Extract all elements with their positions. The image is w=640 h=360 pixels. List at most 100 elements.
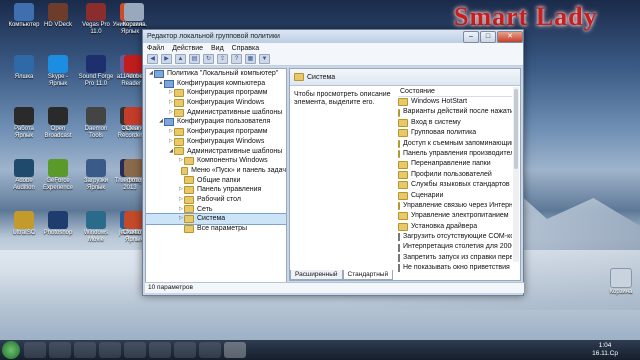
settings-list-item[interactable]: Управление электропитанием bbox=[398, 211, 512, 221]
desktop-icon[interactable]: Компьютер bbox=[6, 3, 42, 29]
forward-icon[interactable]: ▶ bbox=[161, 54, 172, 64]
settings-list-item[interactable]: Групповая политика bbox=[398, 128, 512, 138]
folder-icon bbox=[181, 166, 189, 175]
desktop-icon[interactable]: Загрузки Ярлык bbox=[78, 159, 114, 192]
status-bar: 10 параметров bbox=[145, 282, 524, 293]
desktop-icon[interactable]: Daemon Tools bbox=[78, 107, 114, 140]
taskbar-obs-button[interactable] bbox=[174, 342, 196, 358]
taskbar-firefox-button[interactable] bbox=[124, 342, 146, 358]
export-icon[interactable]: ⇪ bbox=[217, 54, 228, 64]
column-header-state[interactable]: Состояние bbox=[398, 87, 512, 97]
settings-list-item[interactable]: Профили пользователей bbox=[398, 170, 512, 180]
tree-item-label: Конфигурация Windows bbox=[187, 137, 265, 145]
settings-list-item[interactable]: Доступ к съемным запоминающим уст bbox=[398, 139, 512, 149]
tray-clock[interactable]: 1:04 16.11.Ср bbox=[592, 342, 618, 358]
maximize-button[interactable]: □ bbox=[480, 30, 496, 43]
tree-item-label: Конфигурация пользователя bbox=[177, 118, 271, 126]
settings-list-item-label: Доступ к съемным запоминающим уст bbox=[403, 139, 512, 147]
tree-item[interactable]: ▷ Панель управления bbox=[146, 185, 286, 195]
settings-list-item[interactable]: Службы языковых стандартов bbox=[398, 180, 512, 190]
tree-item[interactable]: ▷ Конфигурация программ bbox=[146, 127, 286, 137]
app-icon bbox=[124, 55, 144, 73]
desktop-icon[interactable]: UltraISO bbox=[6, 211, 42, 237]
tree-item[interactable]: ◢ Административные шаблоны bbox=[146, 147, 286, 157]
desktop-icon[interactable]: Sound Forge Pro 11.0 bbox=[78, 55, 114, 88]
up-folder-icon[interactable]: ▲ bbox=[175, 54, 186, 64]
start-button[interactable] bbox=[2, 341, 20, 359]
tree-item[interactable]: ▷ Сеть bbox=[146, 205, 286, 215]
desktop-icon[interactable]: Ялшка bbox=[6, 55, 42, 81]
settings-list-item[interactable]: Вход в систему bbox=[398, 118, 512, 128]
desktop-icon[interactable]: Skype - Ярлык bbox=[40, 55, 76, 88]
tree-item[interactable]: ▷ Рабочий стол bbox=[146, 195, 286, 205]
show-tree-icon[interactable]: ▤ bbox=[189, 54, 200, 64]
settings-list-item[interactable]: Запретить запуск из справки перечисл bbox=[398, 253, 512, 263]
help-icon[interactable]: ? bbox=[231, 54, 242, 64]
desktop-icon[interactable]: Open Broadcast bbox=[40, 107, 76, 140]
taskbar-media-button[interactable] bbox=[74, 342, 96, 358]
taskbar-app-button[interactable] bbox=[99, 342, 121, 358]
back-icon[interactable]: ◀ bbox=[147, 54, 158, 64]
settings-list-item[interactable]: Управление связью через Интернет bbox=[398, 201, 512, 211]
tab-extended[interactable]: Расширенный bbox=[290, 270, 343, 280]
settings-list-item-label: Профили пользователей bbox=[411, 170, 492, 178]
refresh-icon[interactable]: ↻ bbox=[203, 54, 214, 64]
computer-icon bbox=[164, 118, 174, 127]
settings-list-item[interactable]: Windows HotStart bbox=[398, 97, 512, 107]
settings-list-item[interactable]: Загрузить отсутствующие COM-компо bbox=[398, 232, 512, 242]
tree-item[interactable]: Общие папки bbox=[146, 176, 286, 186]
desktop-icon-label: Skype - Ярлык bbox=[47, 74, 69, 87]
taskbar-gpedit-button[interactable] bbox=[224, 342, 246, 358]
filter-icon[interactable]: ▼ bbox=[259, 54, 270, 64]
desktop-icon[interactable]: Корзина bbox=[116, 3, 152, 29]
app-icon bbox=[124, 211, 144, 229]
desktop-icon[interactable]: Adobe Audition bbox=[6, 159, 42, 192]
scrollbar-thumb[interactable] bbox=[514, 89, 518, 169]
settings-list-item[interactable]: Панель управления производительнос bbox=[398, 149, 512, 159]
settings-list-item[interactable]: Установка драйвера bbox=[398, 222, 512, 232]
tree-item[interactable]: ▷ Система bbox=[146, 213, 286, 225]
menu-view[interactable]: Вид bbox=[211, 45, 224, 52]
tree-item[interactable]: ▷ Конфигурация Windows bbox=[146, 137, 286, 147]
tab-standard[interactable]: Стандартный bbox=[342, 270, 394, 280]
settings-list-item[interactable]: Сценарии bbox=[398, 191, 512, 201]
desktop-icon[interactable]: Работа Ярлык bbox=[6, 107, 42, 140]
settings-list-item-label: Загрузить отсутствующие COM-компо bbox=[403, 233, 512, 241]
desktop-icon[interactable]: Photoshop bbox=[40, 211, 76, 237]
tree-item[interactable]: ▷ Административные шаблоны bbox=[146, 108, 286, 118]
close-button[interactable]: ✕ bbox=[497, 30, 523, 43]
tree-item[interactable]: Меню «Пуск» и панель задач bbox=[146, 166, 286, 176]
app-icon bbox=[14, 211, 34, 229]
settings-list-item[interactable]: Варианты действий после нажатия CTR bbox=[398, 107, 512, 117]
window-titlebar[interactable]: Редактор локальной групповой политики – … bbox=[143, 30, 523, 43]
taskbar-folder-button[interactable] bbox=[49, 342, 71, 358]
taskbar-explorer-button[interactable] bbox=[24, 342, 46, 358]
desktop-icon-recycle-bin[interactable]: Корзина bbox=[603, 268, 639, 296]
menu-action[interactable]: Действие bbox=[172, 45, 203, 52]
desktop-icon-label: Photoshop bbox=[43, 230, 73, 236]
tree-item[interactable]: ▷ Компоненты Windows bbox=[146, 156, 286, 166]
tree-item[interactable]: ◢ Конфигурация пользователя bbox=[146, 117, 286, 127]
settings-list-item[interactable]: Перенаправление папки bbox=[398, 159, 512, 169]
desktop-icon[interactable]: HD VDeck bbox=[40, 3, 76, 29]
app-icon bbox=[86, 159, 106, 177]
settings-list-item[interactable]: Интерпретация столетия для 2000 года bbox=[398, 242, 512, 252]
desktop-icon[interactable]: GeForce Experience bbox=[40, 159, 76, 192]
menu-help[interactable]: Справка bbox=[232, 45, 259, 52]
folder-icon bbox=[174, 108, 184, 117]
menu-file[interactable]: Файл bbox=[147, 45, 164, 52]
tree-item[interactable]: ▲ Конфигурация компьютера bbox=[146, 79, 286, 89]
tree-item[interactable]: ◢ Политика "Локальный компьютер" bbox=[146, 69, 286, 79]
taskbar-settings-button[interactable] bbox=[199, 342, 221, 358]
tree-item[interactable]: Все параметры bbox=[146, 224, 286, 234]
folder-icon bbox=[184, 205, 194, 214]
tree-item[interactable]: ▷ Конфигурация Windows bbox=[146, 98, 286, 108]
tree-item[interactable]: ▷ Конфигурация программ bbox=[146, 88, 286, 98]
settings-list-item[interactable]: Не показывать окно приветствия "При bbox=[398, 263, 512, 273]
vertical-scrollbar[interactable] bbox=[513, 87, 519, 262]
properties-icon[interactable]: ▦ bbox=[245, 54, 256, 64]
desktop-icon[interactable]: Windows Movie bbox=[78, 211, 114, 244]
taskbar-chrome-button[interactable] bbox=[149, 342, 171, 358]
desktop-icon[interactable]: Vegas Pro 11.0 bbox=[78, 3, 114, 36]
minimize-button[interactable]: – bbox=[463, 30, 479, 43]
